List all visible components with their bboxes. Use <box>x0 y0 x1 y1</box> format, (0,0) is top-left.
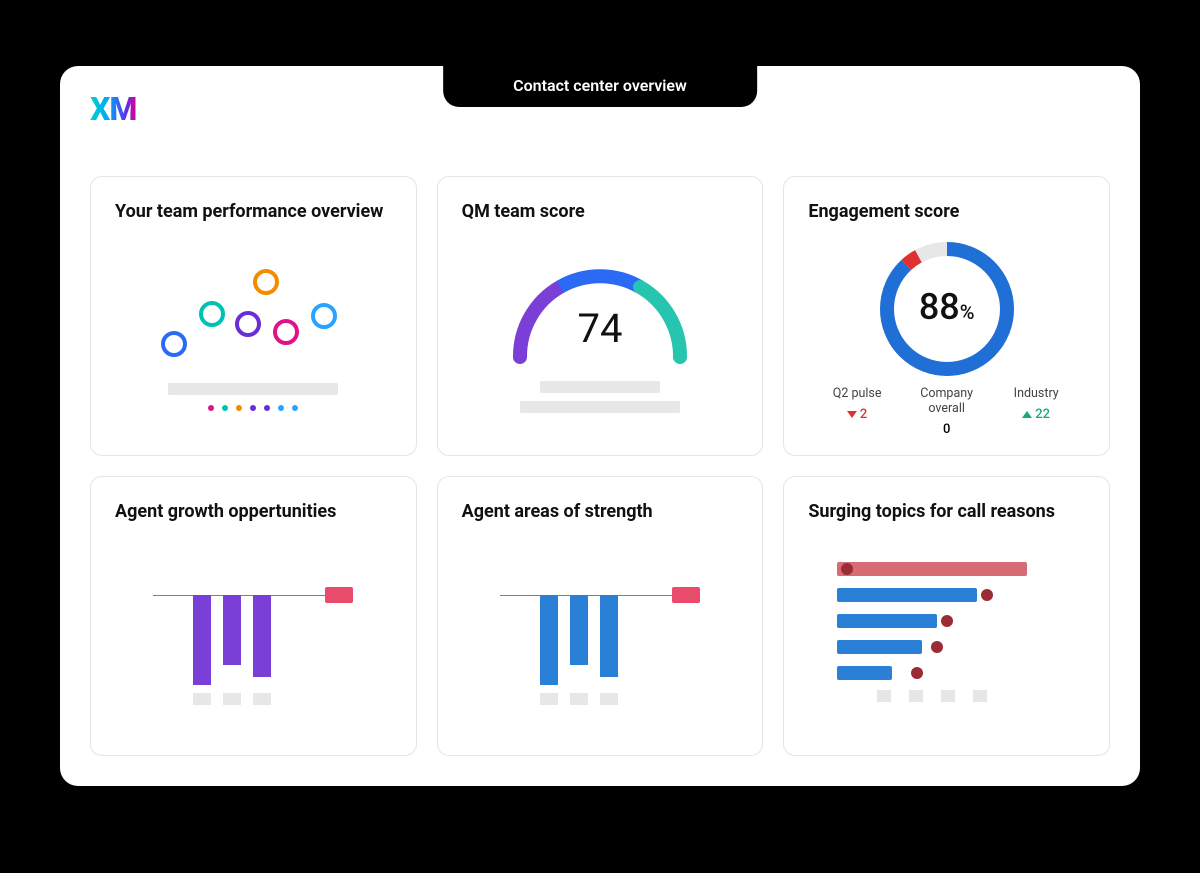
bar <box>540 595 558 685</box>
legend-placeholders <box>877 690 1057 702</box>
bar <box>600 595 618 677</box>
surge-marker <box>941 615 953 627</box>
surge-marker <box>911 667 923 679</box>
triangle-up-icon <box>1022 411 1032 418</box>
stat-industry: Industry 22 <box>991 386 1081 437</box>
placeholder-bar <box>540 381 660 393</box>
pager-dot[interactable] <box>222 405 228 411</box>
qm-gauge: 74 <box>462 232 739 437</box>
surge-row <box>837 638 1057 656</box>
card-title: Surging topics for call reasons <box>808 501 1085 522</box>
triangle-down-icon <box>847 411 857 418</box>
engagement-stats: Q2 pulse 2 Company overall 0 Industry 22 <box>808 386 1085 437</box>
team-bubble <box>199 301 225 327</box>
team-bubble <box>273 319 299 345</box>
page-title-tab: Contact center overview <box>443 66 757 107</box>
legend-placeholders <box>193 693 271 705</box>
team-bubble <box>161 331 187 357</box>
surge-marker <box>931 641 943 653</box>
pager-dot[interactable] <box>264 405 270 411</box>
pager-dots <box>208 405 298 411</box>
card-team-performance[interactable]: Your team performance overview <box>90 176 417 456</box>
legend-placeholders <box>540 693 618 705</box>
card-agent-growth[interactable]: Agent growth oppertunities <box>90 476 417 756</box>
card-engagement[interactable]: Engagement score 88% Q2 pulse 2 <box>783 176 1110 456</box>
card-qm-score[interactable]: QM team score 74 <box>437 176 764 456</box>
surging-chart <box>808 532 1085 737</box>
surge-marker <box>981 589 993 601</box>
card-agent-strength[interactable]: Agent areas of strength <box>437 476 764 756</box>
team-bubble <box>235 311 261 337</box>
growth-chart <box>115 532 392 737</box>
surge-row <box>837 586 1057 604</box>
surge-row <box>837 612 1057 630</box>
surge-row <box>837 560 1057 578</box>
card-title: Agent growth oppertunities <box>115 501 392 522</box>
bar <box>570 595 588 665</box>
app-frame: XM Contact center overview Your team per… <box>60 66 1140 786</box>
engagement-value: 88% <box>872 286 1022 328</box>
pager-dot[interactable] <box>278 405 284 411</box>
engagement-body: 88% <box>808 232 1085 386</box>
surge-bar <box>837 562 1027 576</box>
team-bubble <box>253 269 279 295</box>
baseline-cap <box>325 587 353 603</box>
card-title: QM team score <box>462 201 739 222</box>
card-title: Engagement score <box>808 201 1085 222</box>
bar <box>223 595 241 665</box>
placeholder-bar <box>520 401 680 413</box>
card-title: Your team performance overview <box>115 201 392 222</box>
team-bubble <box>311 303 337 329</box>
pager-dot[interactable] <box>208 405 214 411</box>
card-surging-topics[interactable]: Surging topics for call reasons <box>783 476 1110 756</box>
surge-row <box>837 664 1057 682</box>
baseline-cap <box>672 587 700 603</box>
logo: XM <box>90 90 136 128</box>
surge-bar <box>837 666 892 680</box>
pager-dot[interactable] <box>250 405 256 411</box>
surge-bar <box>837 640 922 654</box>
bar <box>193 595 211 685</box>
card-title: Agent areas of strength <box>462 501 739 522</box>
surge-bar <box>837 614 937 628</box>
stat-q2-pulse: Q2 pulse 2 <box>812 386 902 437</box>
qm-score-value: 74 <box>500 305 700 352</box>
team-bubbles-chart <box>115 232 392 437</box>
placeholder-bar <box>168 383 338 395</box>
bar <box>253 595 271 677</box>
surge-marker <box>841 563 853 575</box>
pager-dot[interactable] <box>292 405 298 411</box>
stat-company-overall: Company overall 0 <box>902 386 992 437</box>
pager-dot[interactable] <box>236 405 242 411</box>
surge-bar <box>837 588 977 602</box>
strength-chart <box>462 532 739 737</box>
card-grid: Your team performance overview <box>90 176 1110 756</box>
